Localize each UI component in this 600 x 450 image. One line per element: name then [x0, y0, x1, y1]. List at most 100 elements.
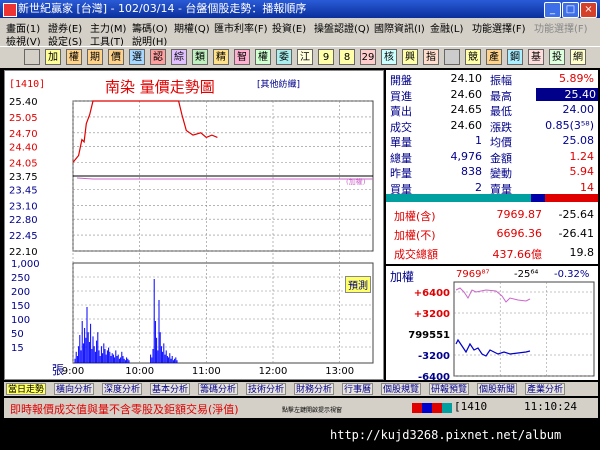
status-hint: 點擊左鍵開啟提示視窗	[282, 407, 343, 414]
toolbar-button-14[interactable]: 9	[318, 49, 334, 65]
mini-tick-label: 799551	[408, 330, 450, 341]
tab-1[interactable]: 橫向分析	[54, 383, 95, 395]
tab-11[interactable]: 產業分析	[525, 383, 566, 395]
menu-item-intl-info[interactable]: 國際資訊(I)	[374, 20, 425, 35]
toolbar-button-23[interactable]: 鋼	[507, 49, 523, 65]
toolbar-button-10[interactable]: 智	[234, 49, 250, 65]
toolbar-button-17[interactable]: 核	[381, 49, 397, 65]
quote-value-left: 24.60	[450, 118, 483, 132]
quote-value-right: 25.08	[562, 134, 595, 147]
mini-index-line	[455, 338, 531, 357]
tab-5[interactable]: 技術分析	[246, 383, 287, 395]
quote-value-right: 5.94	[569, 165, 595, 178]
quote-label-left: 總量	[390, 151, 412, 165]
color-bar	[386, 194, 598, 202]
toolbar-button-21[interactable]: 競	[465, 49, 481, 65]
window-title: 新世紀贏家 [台灣] - 102/03/14 - 台盤個股走勢：播報順序	[18, 2, 307, 15]
index-overlay-line	[76, 177, 373, 180]
x-tick-label: 9:00	[62, 366, 84, 377]
tab-3[interactable]: 基本分析	[150, 383, 191, 395]
toolbar-button-15[interactable]: 8	[339, 49, 355, 65]
toolbar-button-3[interactable]: 期	[87, 49, 103, 65]
toolbar-button-26[interactable]: 網	[570, 49, 586, 65]
volume-plot-frame	[72, 262, 374, 364]
toolbar-button-9[interactable]: 精	[213, 49, 229, 65]
index-value: 7969.87	[496, 208, 543, 221]
tab-9[interactable]: 研報預覽	[429, 383, 470, 395]
toolbar-button-5[interactable]: 選	[129, 49, 145, 65]
mini-plot-frame	[453, 281, 595, 377]
tab-2[interactable]: 深度分析	[102, 383, 143, 395]
menu-item-functions[interactable]: 功能選擇(F)	[472, 20, 526, 35]
quote-value-right: 5.89%	[559, 72, 594, 85]
menu-item-forex[interactable]: 匯市利率(F)	[214, 20, 268, 35]
maximize-button[interactable]: □	[562, 2, 579, 18]
volume-tick-label: 200	[11, 287, 30, 298]
toolbar-button-6[interactable]: 認	[150, 49, 166, 65]
index-label: 加權(不)	[394, 229, 436, 242]
quote-value-right: 25.40	[536, 87, 598, 101]
x-tick-label: 10:00	[125, 366, 154, 377]
index-label: 成交總額	[394, 248, 438, 261]
x-tick-label: 13:00	[325, 366, 354, 377]
status-code: [1410	[454, 400, 488, 413]
mini-tick-label: +3200	[414, 309, 450, 320]
menu-item-trading-cert[interactable]: 操盤認證(Q)	[314, 20, 370, 35]
toolbar-button-13[interactable]: 江	[297, 49, 313, 65]
predict-button[interactable]: 預測	[345, 276, 371, 293]
toolbar-button-8[interactable]: 類	[192, 49, 208, 65]
y-tick-label: 22.80	[9, 215, 38, 226]
index-panel: 加權(含) 7969.87 -25.64 加權(不) 6696.36 -26.41 成交總額…	[386, 194, 598, 264]
url-bar: http://kujd3268.pixnet.net/album	[0, 420, 600, 450]
volume-tick-label: 50	[11, 329, 24, 340]
menu-bar: 畫面(1) 證券(E) 主力(M) 籌碼(O) 期權(Q) 匯市利率(F) 投資…	[0, 18, 600, 48]
toolbar-button-16[interactable]: 29	[360, 49, 376, 65]
quote-value-left: 24.10	[450, 72, 483, 85]
tab-4[interactable]: 籌碼分析	[198, 383, 239, 395]
toolbar-button-18[interactable]: 興	[402, 49, 418, 65]
quote-label-left: 單量	[390, 136, 412, 149]
tab-0[interactable]: 當日走勢	[6, 383, 47, 395]
toolbar-button-1[interactable]: 加	[45, 49, 61, 65]
toolbar-button-0[interactable]	[24, 49, 40, 65]
tab-8[interactable]: 個股規覽	[381, 383, 422, 395]
toolbar-button-24[interactable]: 基	[528, 49, 544, 65]
index-change: -25.64	[558, 208, 594, 221]
toolbar-button-25[interactable]: 投	[549, 49, 565, 65]
x-tick-label: 11:00	[192, 366, 221, 377]
quote-value-right: 1.24	[569, 149, 595, 163]
tab-10[interactable]: 個股新聞	[477, 383, 518, 395]
quote-value-left: 838	[461, 165, 482, 178]
toolbar: 加權期價選認綜類精智權委江 9 8 29 核興指競產鋼基投網	[0, 46, 600, 68]
toolbar-button-12[interactable]: 委	[276, 49, 292, 65]
mini-tick-label: -6400	[418, 372, 450, 380]
toolbar-button-11[interactable]: 權	[255, 49, 271, 65]
minimize-button[interactable]: _	[544, 2, 561, 18]
toolbar-button-4[interactable]: 價	[108, 49, 124, 65]
menu-item-options[interactable]: 期權(Q)	[174, 20, 210, 35]
quote-label-right: 漲跌	[490, 120, 512, 134]
quote-value-left: 1	[475, 134, 482, 147]
menu-item-invest[interactable]: 投資(E)	[272, 20, 306, 35]
price-volume-chart: [1410] 南染 量價走勢圖 [其他紡織] 9:00 10:00 11:00 12:…	[4, 70, 384, 380]
quote-label-right: 振幅	[490, 74, 512, 87]
index-mini-chart: 加權 7969⁸⁷ -25⁶⁴ -0.32% +6400 +3200 799551-…	[386, 266, 598, 380]
quote-label-left: 買進	[390, 89, 412, 103]
close-button[interactable]: ×	[580, 2, 597, 18]
toolbar-button-20[interactable]	[444, 49, 460, 65]
tab-6[interactable]: 財務分析	[294, 383, 335, 395]
toolbar-button-19[interactable]: 指	[423, 49, 439, 65]
volume-tick-label: 250	[11, 273, 30, 284]
quote-label-right: 最低	[490, 105, 512, 118]
tab-7[interactable]: 行事曆	[342, 383, 374, 395]
toolbar-button-22[interactable]: 產	[486, 49, 502, 65]
y-tick-label: 22.45	[9, 231, 38, 242]
index-value: 437.66億	[492, 248, 543, 261]
analysis-tabs: 當日走勢 橫向分析 深度分析 基本分析 籌碼分析 技術分析 財務分析 行事曆 個股規覽 研報預覽個…	[4, 382, 598, 396]
toolbar-button-2[interactable]: 權	[66, 49, 82, 65]
quote-value-right: 14	[580, 180, 594, 194]
volume-tick-label: 150	[11, 301, 30, 312]
toolbar-button-7[interactable]: 綜	[171, 49, 187, 65]
menu-item-finance[interactable]: 金融(L)	[430, 20, 463, 35]
quote-label-left: 賣出	[390, 105, 412, 118]
